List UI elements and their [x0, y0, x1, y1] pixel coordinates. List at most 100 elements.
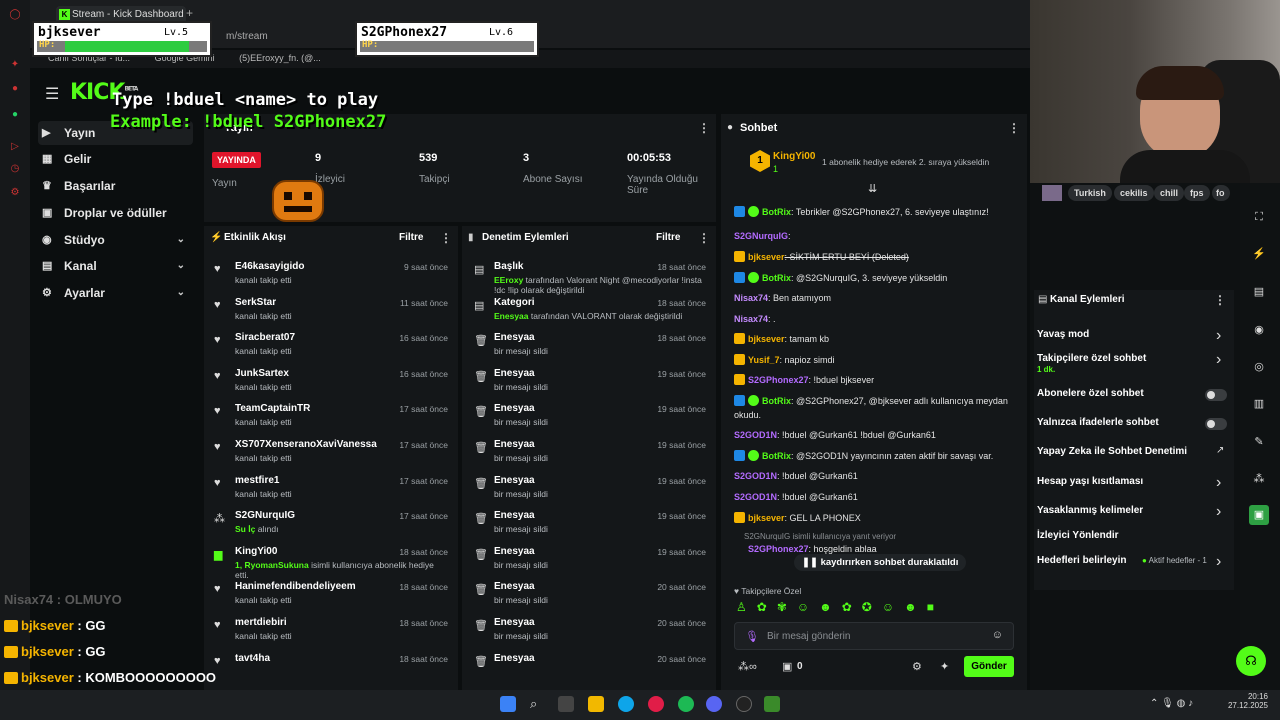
activity-user[interactable]: Hanimefendibendeliyeem [235, 581, 356, 592]
tag[interactable]: chill [1154, 185, 1185, 201]
search-icon[interactable]: ⌕ [530, 696, 546, 712]
tag[interactable]: Turkish [1068, 185, 1112, 201]
channel-action-6[interactable]: Yasaklanmış kelimeler [1037, 505, 1143, 516]
opera-icon[interactable]: ◯ [8, 8, 22, 22]
bolt-icon[interactable]: ⚡ [1249, 244, 1269, 264]
tag[interactable]: fps [1184, 185, 1210, 201]
activity-user[interactable]: tavt4ha [235, 653, 270, 664]
messenger-icon[interactable]: ● [8, 82, 22, 96]
pinned-user[interactable]: KingYi00 [773, 151, 815, 162]
emoji-icon[interactable]: ☺ [992, 629, 1003, 641]
chat-username[interactable]: BotRix [762, 207, 791, 217]
whatsapp-icon[interactable]: ● [8, 108, 22, 122]
chat-username[interactable]: Yusif_7 [748, 355, 780, 365]
tag[interactable]: cekilis [1114, 185, 1154, 201]
tag[interactable]: fo [1212, 185, 1230, 201]
channel-action-2[interactable]: Abonelere özel sohbet [1037, 388, 1144, 399]
channel-action-5[interactable]: Hesap yaşı kısıtlaması [1037, 476, 1143, 487]
chat-username[interactable]: BotRix [762, 451, 791, 461]
channel-action-3[interactable]: Yalnızca ifadelerle sohbet [1037, 417, 1159, 428]
chat-username[interactable]: bjksever [748, 334, 785, 344]
toggle-switch[interactable] [1205, 418, 1227, 430]
moderation-action[interactable]: Enesyaa [494, 546, 535, 557]
windows-start-icon[interactable] [500, 696, 516, 712]
sidebar-item-gelir[interactable]: ▦ Gelir [38, 147, 193, 171]
chevron-right-icon[interactable]: › [1216, 327, 1221, 345]
sidebar-item-studyo[interactable]: ◉ Stüdyo ⌄ [38, 228, 193, 252]
moderation-action[interactable]: Enesyaa [494, 403, 535, 414]
moderation-action[interactable]: Enesyaa [494, 581, 535, 592]
send-button[interactable]: Gönder [964, 656, 1014, 677]
moderation-action[interactable]: Enesyaa [494, 475, 535, 486]
menu-icon[interactable]: ☰ [45, 84, 59, 104]
activity-user[interactable]: XS707XenseranoXaviVanessa [235, 439, 377, 450]
chat-username[interactable]: Nisax74 [734, 314, 768, 324]
wrench-icon[interactable]: ✎ [1249, 432, 1269, 452]
moderation-filter-button[interactable]: Filtre [656, 232, 680, 243]
more-icon[interactable]: ⋮ [698, 231, 710, 245]
emote-row[interactable]: ♙✿✾☺☻✿✪☺☻■ [736, 600, 1016, 616]
chat-username[interactable]: BotRix [762, 396, 791, 406]
extension-icon[interactable]: ▣ [1249, 505, 1269, 525]
spotify-icon[interactable] [678, 696, 694, 712]
more-icon[interactable]: ⋮ [1008, 121, 1020, 135]
chat-paused-notice[interactable]: ❚❚ kaydırırken sohbet duraklatıldı [794, 554, 967, 571]
moderation-action[interactable]: Enesyaa [494, 439, 535, 450]
moderation-action[interactable]: Kategori [494, 297, 535, 308]
apps-icon[interactable]: ⁂ [1249, 469, 1269, 489]
mod-tools-icon[interactable]: ✦ [940, 660, 949, 673]
activity-user[interactable]: SerkStar [235, 297, 276, 308]
chevron-right-icon[interactable]: › [1216, 553, 1221, 571]
file-explorer-icon[interactable] [588, 696, 604, 712]
mic-icon[interactable]: 🎙 [745, 630, 759, 643]
moderation-action[interactable]: Enesyaa [494, 368, 535, 379]
sidebar-item-ayarlar[interactable]: ⚙ Ayarlar ⌄ [38, 281, 193, 305]
chat-username[interactable]: Nisax74 [734, 293, 768, 303]
chat-username[interactable]: S2GOD1N [734, 430, 777, 440]
new-tab-button[interactable]: + [186, 6, 193, 20]
activity-user[interactable]: TeamCaptainTR [235, 403, 310, 414]
activity-user[interactable]: Siracberat07 [235, 332, 295, 343]
sidebar-item-kanal[interactable]: ▤ Kanal ⌄ [38, 254, 193, 278]
tray-icons[interactable]: ⌃ 🎙 ◍ ♪ [1150, 698, 1193, 709]
clock[interactable]: 20:16 27.12.2025 [1220, 692, 1268, 710]
chat-username[interactable]: BotRix [762, 273, 791, 283]
obs-icon[interactable] [736, 696, 752, 712]
activity-filter-button[interactable]: Filtre [399, 232, 423, 243]
activity-user[interactable]: mestfire1 [235, 475, 279, 486]
more-icon[interactable]: ⋮ [698, 121, 710, 135]
moderation-action[interactable]: Enesyaa [494, 653, 535, 664]
queue-icon[interactable]: ▥ [1249, 394, 1269, 414]
edge-icon[interactable] [618, 696, 634, 712]
external-link-icon[interactable]: ↗ [1216, 445, 1224, 456]
chat-username[interactable]: S2GOD1N [734, 471, 777, 481]
more-icon[interactable]: ⋮ [440, 231, 452, 245]
discord-icon[interactable] [706, 696, 722, 712]
channel-action-1[interactable]: Takipçilere özel sohbet [1037, 353, 1146, 364]
chat-username[interactable]: bjksever [748, 513, 785, 523]
chat-icon[interactable]: ◉ [1249, 320, 1269, 340]
activity-user[interactable]: E46kasayigido [235, 261, 304, 272]
sidebar-item-droplar[interactable]: ▣ Droplar ve ödüller [38, 201, 193, 225]
activity-user[interactable]: KingYi00 [235, 546, 277, 557]
chat-username[interactable]: S2GNurquIG [734, 231, 788, 241]
toggle-switch[interactable] [1205, 389, 1227, 401]
sidebar-item-basarilar[interactable]: ♛ Başarılar [38, 174, 193, 198]
document-icon[interactable]: ▤ [1249, 282, 1269, 302]
opera-icon[interactable] [648, 696, 664, 712]
chevron-right-icon[interactable]: › [1216, 351, 1221, 369]
channel-action-8[interactable]: Hedefleri belirleyin [1037, 555, 1126, 566]
broadcast-icon[interactable]: ◎ [1249, 357, 1269, 377]
chevron-right-icon[interactable]: › [1216, 474, 1221, 492]
moderation-action[interactable]: Enesyaa [494, 332, 535, 343]
chat-username[interactable]: S2GOD1N [734, 492, 777, 502]
channel-action-7[interactable]: İzleyici Yönlendir [1037, 530, 1119, 541]
activity-user[interactable]: JunkSartex [235, 368, 289, 379]
bookmark[interactable]: (5)EEroxyy_fn. (@... [239, 53, 321, 63]
moderation-action[interactable]: Başlık [494, 261, 523, 272]
chat-username[interactable]: S2GPhonex27 [748, 375, 809, 385]
chat-settings-icon[interactable]: ⚙ [912, 660, 922, 673]
history-icon[interactable]: ◷ [8, 162, 22, 176]
settings-icon[interactable]: ⚙ [8, 186, 22, 200]
aria-icon[interactable]: ✦ [8, 58, 22, 72]
